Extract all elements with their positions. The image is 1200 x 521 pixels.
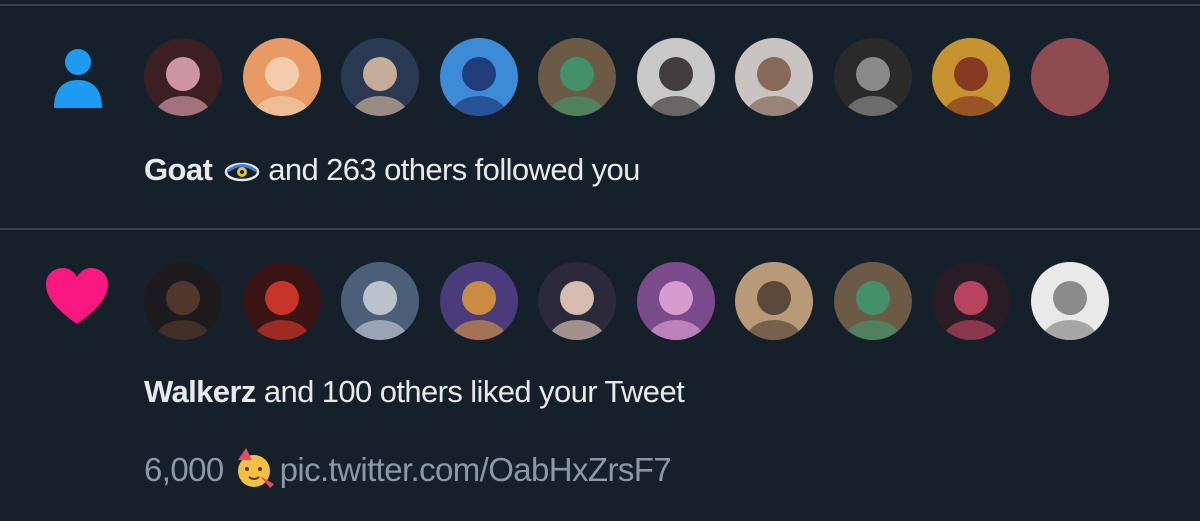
follower-avatar[interactable] [341, 38, 419, 116]
liker-avatar[interactable] [932, 262, 1010, 340]
liker-name[interactable]: Walkerz [144, 374, 256, 409]
follower-avatar[interactable] [242, 38, 321, 116]
like-notification[interactable]: Walkerz and 100 others liked your Tweet … [0, 232, 1200, 521]
liker-avatar[interactable] [636, 262, 715, 340]
follower-avatar[interactable] [636, 38, 715, 116]
follower-avatar[interactable] [833, 38, 912, 116]
follower-avatar[interactable] [932, 38, 1010, 116]
follow-message: Goat and 263 others followed you [144, 148, 640, 192]
liker-avatar[interactable] [341, 262, 419, 340]
liker-avatar[interactable] [1030, 262, 1109, 340]
liker-avatar[interactable] [538, 262, 616, 340]
tweet-count: 6,000 [144, 451, 224, 488]
follower-avatar[interactable] [538, 38, 616, 116]
follower-avatar[interactable] [144, 38, 222, 116]
party-face-icon [232, 446, 276, 490]
follow-notification[interactable]: Goat and 263 others followed you [0, 8, 1200, 228]
person-icon [50, 42, 106, 114]
follow-rest-text: and 263 others followed you [268, 152, 640, 187]
heart-icon [44, 266, 110, 328]
follower-avatar[interactable] [1030, 38, 1109, 116]
tweet-link[interactable]: pic.twitter.com/OabHxZrsF7 [280, 451, 672, 488]
liker-avatar[interactable] [242, 262, 321, 340]
like-rest-text: and 100 others liked your Tweet [263, 374, 685, 409]
top-divider [0, 4, 1200, 6]
follower-avatar[interactable] [439, 38, 518, 116]
follower-name[interactable]: Goat [144, 152, 213, 187]
follower-avatar[interactable] [735, 38, 813, 116]
liker-avatar[interactable] [833, 262, 912, 340]
liker-avatar[interactable] [735, 262, 813, 340]
like-message: Walkerz and 100 others liked your Tweet [144, 370, 685, 414]
middle-divider [0, 228, 1200, 230]
liked-tweet-text[interactable]: 6,000 pic.twitter.com/OabHxZrsF7 [144, 446, 672, 494]
eye-halo-icon [222, 154, 262, 184]
liker-avatar[interactable] [439, 262, 518, 340]
liker-avatar[interactable] [144, 262, 222, 340]
